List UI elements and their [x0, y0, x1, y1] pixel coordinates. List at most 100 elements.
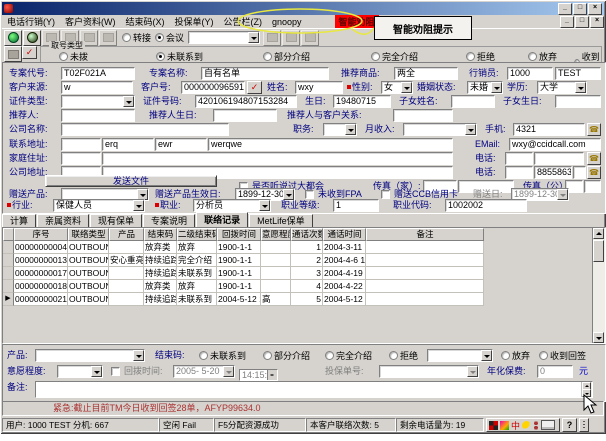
chevron-down-icon[interactable]	[259, 200, 270, 211]
table-cell[interactable]: 2004-5-12 1(	[217, 293, 261, 306]
menu-item-end-code[interactable]: 结束码(X)	[121, 15, 170, 28]
scroll-up-button[interactable]	[593, 228, 604, 239]
column-header[interactable]: 备注	[366, 228, 484, 241]
marital-combobox[interactable]: 未婚	[467, 81, 503, 94]
extension-combobox[interactable]	[188, 31, 260, 44]
table-cell[interactable]: OUTBOUND	[68, 241, 109, 254]
chevron-down-icon[interactable]	[248, 32, 259, 43]
table-cell[interactable]: 1900-1-1	[217, 241, 261, 254]
menu-item-customer-data[interactable]: 客户资料(W)	[60, 15, 121, 28]
end-code-radio-signed[interactable]	[539, 351, 548, 360]
callback-date-combobox[interactable]: 2005- 5-20	[173, 365, 235, 378]
transfer-radio[interactable]	[122, 33, 131, 42]
confirm-result-button[interactable]: ✓	[22, 46, 37, 59]
chevron-down-icon[interactable]	[345, 124, 356, 135]
close-button[interactable]: ×	[588, 3, 602, 15]
table-cell[interactable]: OUTBOUND	[68, 254, 109, 267]
dial-type-radio-full[interactable]	[371, 52, 380, 61]
table-cell[interactable]: 放弃类	[144, 241, 177, 254]
end-code-radio-partial[interactable]	[263, 351, 272, 360]
hangup-call-button[interactable]	[23, 30, 41, 46]
home-address-field-1[interactable]	[61, 152, 101, 165]
remark-scroll-down-button[interactable]	[582, 389, 591, 397]
chevron-down-icon[interactable]	[491, 82, 502, 93]
table-cell[interactable]: 00000000013	[14, 254, 68, 267]
customer-no-field[interactable]: 000000096591	[181, 81, 245, 94]
cancel-call-button[interactable]	[301, 30, 319, 46]
ccb-card-checkbox[interactable]	[381, 190, 390, 199]
ime-chinese-mode-icon[interactable]: 中	[511, 419, 520, 432]
dial-type-radio-notdialed[interactable]	[59, 52, 68, 61]
row-selector[interactable]: ▶	[3, 293, 14, 306]
referrer-birthday-field[interactable]	[213, 109, 277, 122]
home-address-field-2[interactable]	[102, 152, 453, 165]
column-header[interactable]: 序号	[14, 228, 68, 241]
conference-radio[interactable]	[155, 33, 164, 42]
source-field[interactable]: w	[61, 81, 133, 94]
contact-address-field-2[interactable]: erq	[102, 138, 154, 151]
dial-type-radio-notreached[interactable]	[156, 52, 165, 61]
column-header[interactable]: 意愿程度	[261, 228, 291, 241]
result-product-combobox[interactable]	[35, 349, 145, 362]
table-cell[interactable]: 持续追踪	[144, 293, 177, 306]
chevron-down-icon[interactable]	[133, 350, 144, 361]
table-cell[interactable]: OUTBOUND	[68, 293, 109, 306]
contact-address-field-3[interactable]: ewr	[155, 138, 207, 151]
reject-reason-combobox[interactable]	[427, 349, 493, 362]
callback-time-spinner[interactable]: 14:15:	[239, 369, 278, 381]
ime-method-icon[interactable]	[500, 421, 509, 430]
table-cell[interactable]: 5	[291, 293, 323, 306]
child-close-button[interactable]: ×	[590, 16, 604, 28]
table-row[interactable]: 00000000017OUTBOUND持续追踪未联系到1900-1-132004…	[3, 267, 605, 280]
child-name-field[interactable]	[451, 95, 495, 108]
start-conference-button[interactable]	[282, 30, 300, 46]
tab-calculate[interactable]: 计算	[2, 214, 36, 227]
table-cell[interactable]	[261, 267, 291, 280]
table-cell[interactable]	[261, 254, 291, 267]
ime-logo-icon[interactable]	[489, 421, 498, 430]
table-cell[interactable]: 00000000017	[14, 267, 68, 280]
end-code-radio-notreached[interactable]	[199, 351, 208, 360]
toolbar-handle[interactable]	[579, 418, 589, 432]
ime-punctuation-icon[interactable]	[533, 421, 539, 430]
table-cell[interactable]: 00000000021	[14, 293, 68, 306]
remark-textarea[interactable]	[35, 381, 593, 398]
scroll-thumb[interactable]	[593, 240, 604, 262]
dial-type-radio-abandon[interactable]	[528, 52, 537, 61]
child-birthday-field[interactable]	[555, 95, 601, 108]
skip-number-button[interactable]	[4, 46, 22, 62]
minimize-button[interactable]: _	[558, 3, 572, 15]
callback-checkbox[interactable]	[111, 367, 120, 376]
table-cell[interactable]: 00000000004	[14, 241, 68, 254]
table-row[interactable]: 00000000018OUTBOUND放弃类放弃1900-1-142004-4-…	[3, 280, 605, 293]
table-cell[interactable]: 放弃	[177, 241, 217, 254]
chevron-down-icon[interactable]	[467, 366, 478, 377]
contact-address-field-1[interactable]	[61, 138, 101, 151]
table-cell[interactable]: 放弃类	[144, 280, 177, 293]
mobile-field[interactable]: 4321	[513, 123, 585, 136]
column-header[interactable]: 结束码	[144, 228, 177, 241]
table-cell[interactable]: 安心重亮	[109, 254, 144, 267]
row-selector[interactable]	[3, 280, 14, 293]
industry-combobox[interactable]: 保健人员	[53, 199, 145, 212]
column-header[interactable]: 联络类型	[68, 228, 109, 241]
table-cell[interactable]	[261, 241, 291, 254]
contact-address-field-4[interactable]: werqwe	[208, 138, 453, 151]
spinner-updown-icon[interactable]	[267, 370, 277, 380]
case-name-field[interactable]: 自有名单	[201, 67, 329, 80]
restore-button[interactable]: □	[573, 3, 587, 15]
table-cell[interactable]	[366, 293, 484, 306]
agent-busy-button[interactable]	[99, 30, 117, 46]
column-header[interactable]: 回拨时间	[217, 228, 261, 241]
chevron-down-icon[interactable]	[481, 350, 492, 361]
end-code-radio-reject[interactable]	[389, 351, 398, 360]
table-cell[interactable]: 持续追踪	[144, 267, 177, 280]
table-cell[interactable]: 1900-1-1	[217, 254, 261, 267]
tab-case-description[interactable]: 专案说明	[143, 214, 195, 227]
referrer-field[interactable]	[61, 109, 135, 122]
answer-call-button[interactable]	[4, 30, 22, 46]
table-cell[interactable]	[366, 267, 484, 280]
dial-mobile-button[interactable]: ☎	[587, 123, 601, 136]
fpa-checkbox[interactable]	[305, 190, 314, 199]
tab-contact-records[interactable]: 联络记录	[196, 212, 248, 227]
